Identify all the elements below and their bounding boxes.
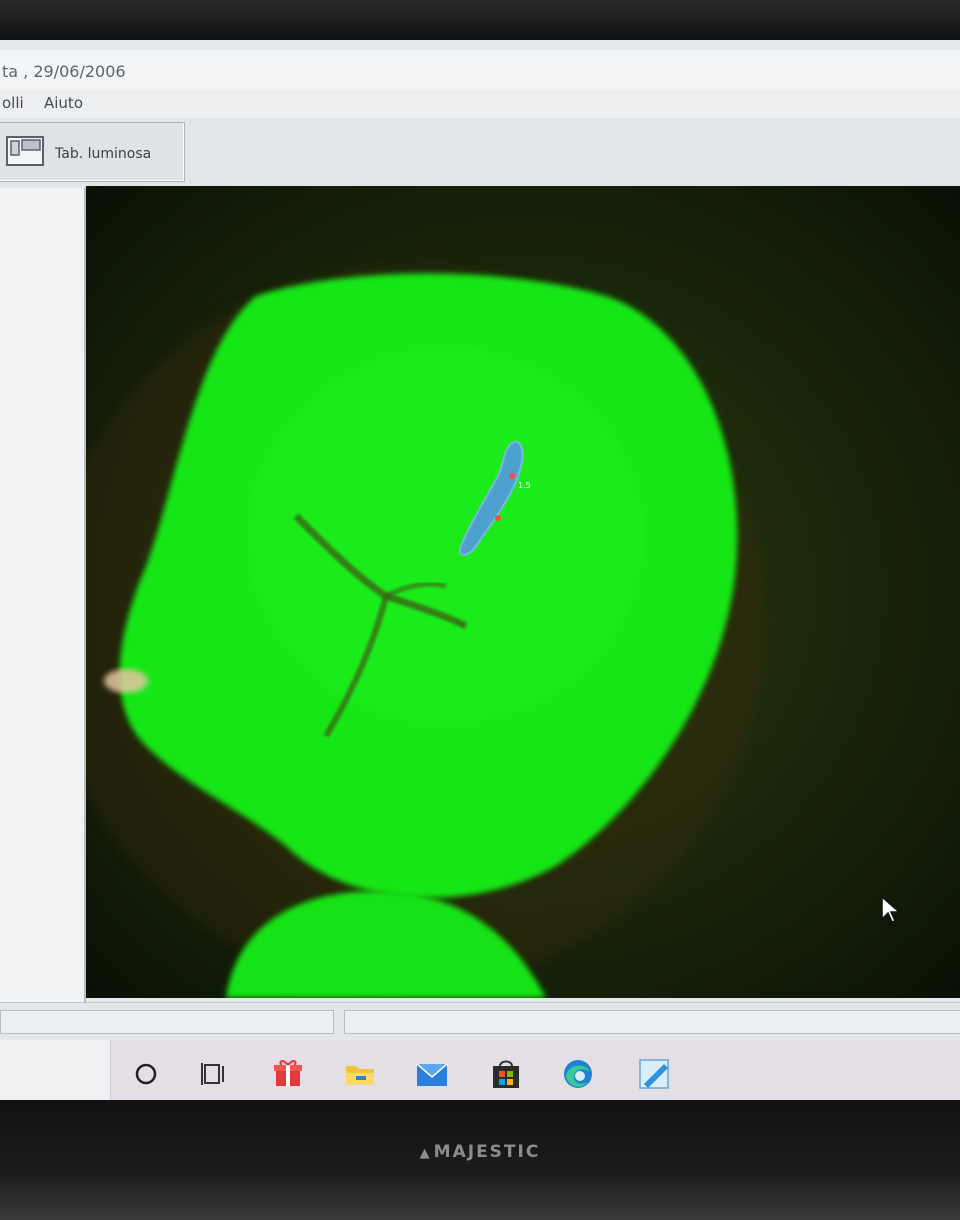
microsoft-store-icon[interactable] bbox=[484, 1052, 528, 1096]
svg-text:1.5: 1.5 bbox=[518, 481, 531, 490]
fluorescence-image[interactable]: 1.5 bbox=[86, 186, 960, 998]
cortana-search-icon[interactable] bbox=[124, 1052, 168, 1096]
menu-bar bbox=[0, 90, 960, 118]
edge-browser-icon[interactable] bbox=[556, 1052, 600, 1096]
gift-app-icon[interactable] bbox=[266, 1052, 310, 1096]
file-explorer-icon[interactable] bbox=[338, 1052, 382, 1096]
status-field-right bbox=[344, 1010, 960, 1034]
brand-label: MAJESTIC bbox=[433, 1142, 541, 1162]
light-table-icon bbox=[6, 136, 44, 166]
left-panel bbox=[0, 188, 86, 1003]
title-bar bbox=[0, 50, 960, 90]
taskbar-left-area bbox=[0, 1040, 111, 1102]
light-table-label: Tab. luminosa bbox=[55, 146, 152, 162]
mail-icon[interactable] bbox=[410, 1052, 454, 1096]
status-field-left bbox=[0, 1010, 334, 1034]
active-app-icon[interactable] bbox=[632, 1052, 676, 1096]
brand-triangle-icon: ▲ bbox=[419, 1146, 432, 1161]
monitor-brand: ▲ MAJESTIC bbox=[0, 1142, 960, 1162]
menu-item-controlli[interactable]: olli bbox=[2, 94, 24, 112]
mouse-cursor-icon bbox=[881, 895, 901, 923]
task-view-icon[interactable] bbox=[192, 1052, 236, 1096]
menu-item-aiuto[interactable]: Aiuto bbox=[44, 94, 83, 112]
window-title: ta , 29/06/2006 bbox=[2, 62, 126, 81]
